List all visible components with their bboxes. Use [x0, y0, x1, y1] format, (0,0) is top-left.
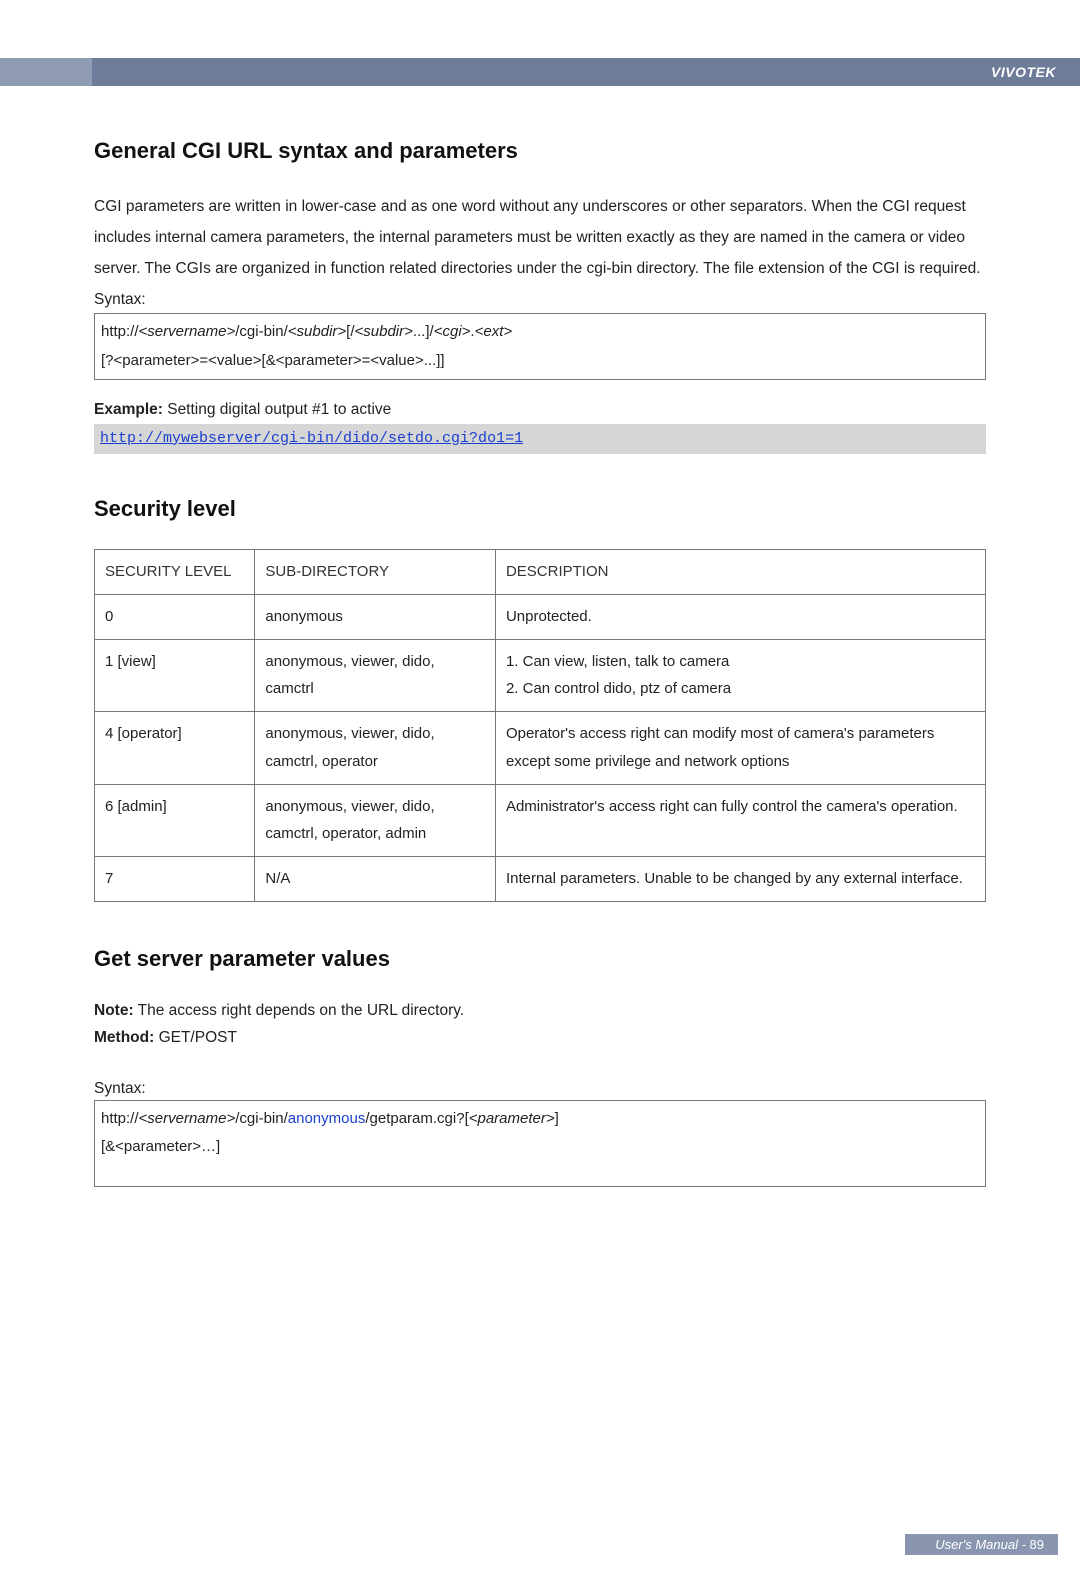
table-row: 0 anonymous Unprotected. [95, 594, 986, 639]
syntax2-line-1: http://<servername>/cgi-bin/anonymous/ge… [101, 1105, 979, 1134]
syntax-line-1: http://<servername>/cgi-bin/<subdir>[/<s… [101, 318, 979, 347]
col-sub-directory: SUB-DIRECTORY [255, 550, 496, 595]
syntax-label: Syntax: [94, 288, 986, 311]
table-row: 1 [view] anonymous, viewer, dido, camctr… [95, 639, 986, 712]
table-row: 7 N/A Internal parameters. Unable to be … [95, 857, 986, 902]
heading-security-level: Security level [94, 492, 986, 525]
page-footer: User's Manual - 89 [905, 1534, 1058, 1555]
syntax-line-2: [?<parameter>=<value>[&<parameter>=<valu… [101, 347, 979, 376]
heading-general-cgi: General CGI URL syntax and parameters [94, 134, 986, 167]
table-row: 4 [operator] anonymous, viewer, dido, ca… [95, 712, 986, 785]
col-security-level: SECURITY LEVEL [95, 550, 255, 595]
section-get-server-param: Get server parameter values Note: The ac… [94, 942, 986, 1187]
header-band: VIVOTEK [0, 58, 1080, 86]
syntax-box-2: http://<servername>/cgi-bin/anonymous/ge… [94, 1100, 986, 1187]
heading-get-server-param: Get server parameter values [94, 942, 986, 975]
header-inner: VIVOTEK [92, 58, 1080, 86]
table-header-row: SECURITY LEVEL SUB-DIRECTORY DESCRIPTION [95, 550, 986, 595]
example-caption: Example: Setting digital output #1 to ac… [94, 398, 986, 421]
security-table: SECURITY LEVEL SUB-DIRECTORY DESCRIPTION… [94, 549, 986, 902]
general-cgi-paragraph: CGI parameters are written in lower-case… [94, 191, 986, 284]
method-line: Method: GET/POST [94, 1026, 986, 1049]
section-general-cgi: General CGI URL syntax and parameters CG… [94, 134, 986, 454]
syntax-label-2: Syntax: [94, 1077, 986, 1100]
col-description: DESCRIPTION [495, 550, 985, 595]
page-content: General CGI URL syntax and parameters CG… [0, 86, 1080, 1187]
syntax2-line-2: [&<parameter>…] [101, 1133, 979, 1162]
table-row: 6 [admin] anonymous, viewer, dido, camct… [95, 784, 986, 857]
example-url[interactable]: http://mywebserver/cgi-bin/dido/setdo.cg… [94, 424, 986, 455]
note-line: Note: The access right depends on the UR… [94, 999, 986, 1022]
section-security-level: Security level SECURITY LEVEL SUB-DIRECT… [94, 492, 986, 902]
syntax-box: http://<servername>/cgi-bin/<subdir>[/<s… [94, 313, 986, 380]
brand-label: VIVOTEK [991, 64, 1056, 80]
